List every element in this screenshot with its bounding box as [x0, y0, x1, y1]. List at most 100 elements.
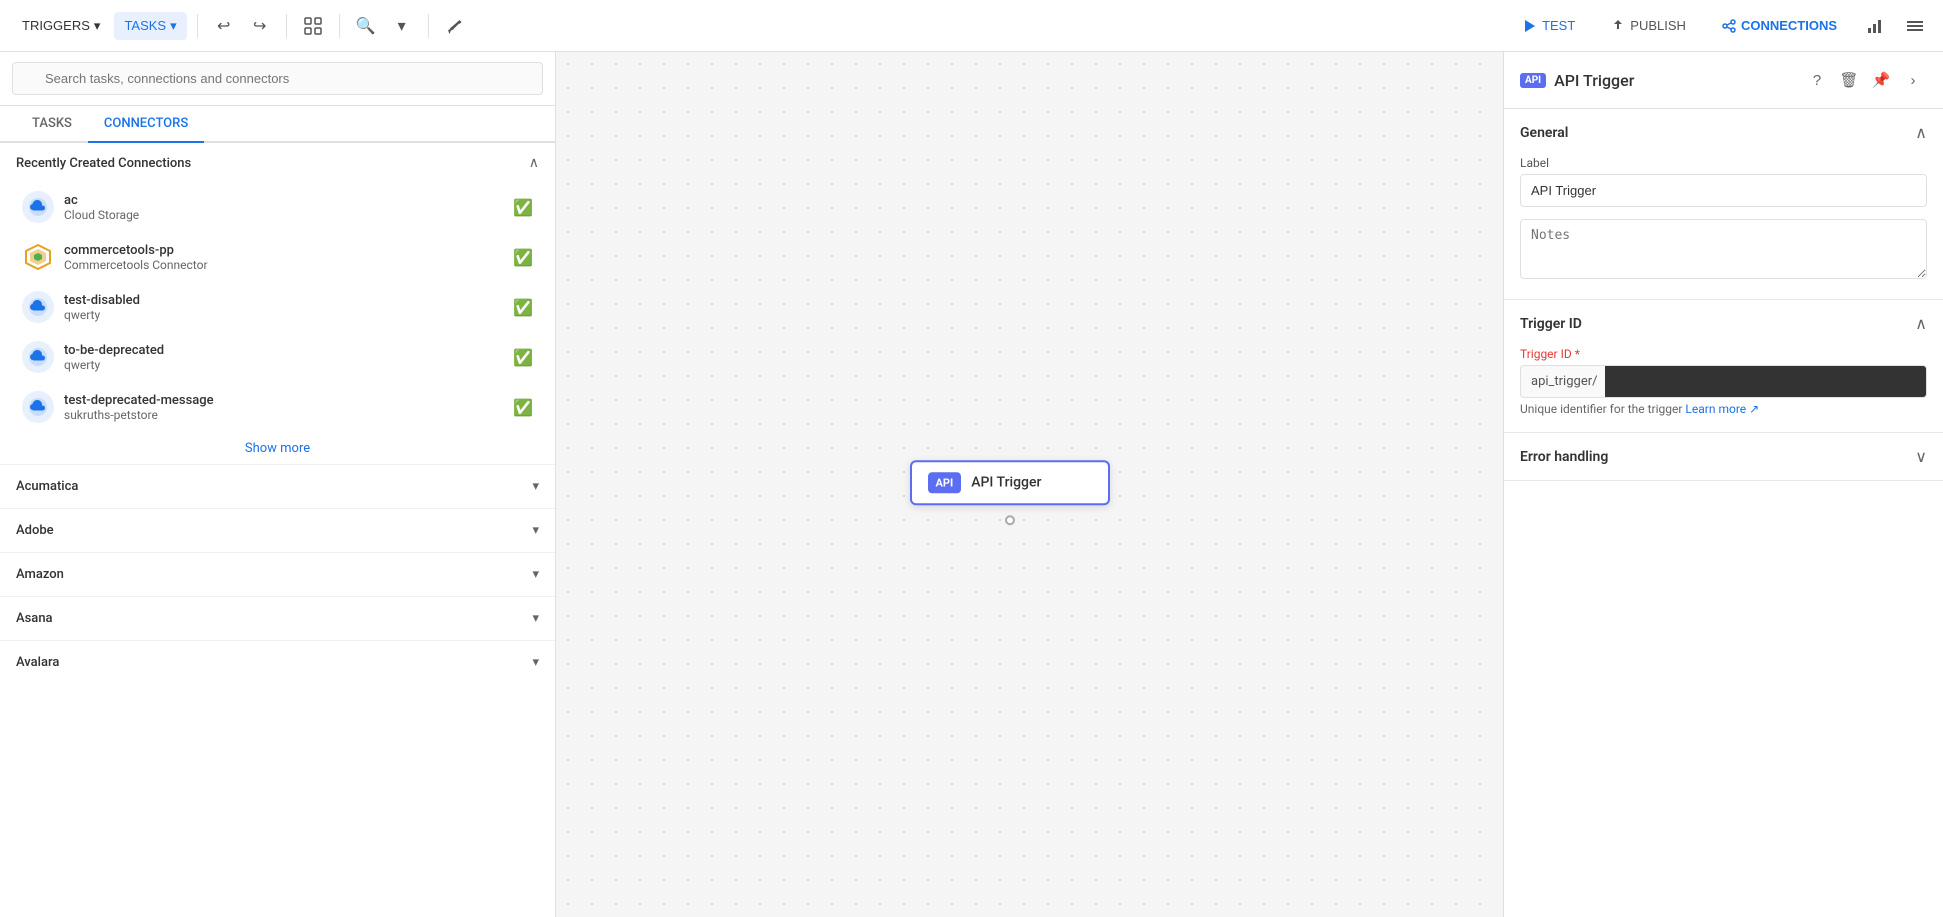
search-wrap: 🔍 [12, 62, 543, 95]
triggers-chevron-icon: ▾ [94, 18, 101, 34]
general-section: General ∧ Label [1504, 109, 1943, 300]
search-input[interactable] [12, 62, 543, 95]
toolbar: TRIGGERS ▾ TASKS ▾ ↩ ↪ 🔍 ▾ [0, 0, 1943, 52]
triggers-label: TRIGGERS [22, 18, 90, 33]
connections-label: CONNECTIONS [1741, 18, 1837, 33]
connection-name: commercetools-pp [64, 243, 503, 258]
connection-icon-ac [22, 191, 54, 223]
trigger-id-body: Trigger ID * api_trigger/ Unique identif… [1504, 347, 1943, 432]
tab-connectors[interactable]: CONNECTORS [88, 106, 204, 143]
notes-field-input[interactable] [1520, 219, 1927, 279]
section-avalara-chevron-icon: ▾ [532, 655, 539, 670]
general-section-body: Label [1504, 156, 1943, 299]
publish-label: PUBLISH [1630, 18, 1686, 33]
triggers-button[interactable]: TRIGGERS ▾ [12, 12, 110, 40]
section-adobe[interactable]: Adobe ▾ [0, 508, 555, 552]
connection-status-icon: ✅ [513, 348, 533, 367]
recently-created-header[interactable]: Recently Created Connections ∧ [0, 143, 555, 183]
section-adobe-chevron-icon: ▾ [532, 523, 539, 538]
help-button[interactable]: ? [1803, 66, 1831, 94]
connection-icon-tbd [22, 341, 54, 373]
toolbar-divider-3 [339, 14, 340, 38]
redo-button[interactable]: ↪ [244, 10, 276, 42]
connection-sub: sukruths-petstore [64, 408, 503, 422]
connection-info: to-be-deprecated qwerty [64, 343, 503, 372]
api-trigger-node[interactable]: API API Trigger [910, 460, 1110, 505]
toolbar-divider-2 [286, 14, 287, 38]
connection-icon-ct [22, 241, 54, 273]
section-adobe-title: Adobe [16, 523, 54, 538]
delete-button[interactable]: 🗑 [1835, 66, 1863, 94]
notes-field [1520, 219, 1927, 283]
error-handling-section-header[interactable]: Error handling ∨ [1504, 433, 1943, 480]
connection-status-icon: ✅ [513, 248, 533, 267]
tab-tasks[interactable]: TASKS [16, 106, 88, 143]
right-panel-header: API API Trigger ? 🗑 📌 › [1504, 52, 1943, 109]
section-acumatica-chevron-icon: ▾ [532, 479, 539, 494]
section-asana[interactable]: Asana ▾ [0, 596, 555, 640]
menu-button[interactable] [1899, 10, 1931, 42]
list-item[interactable]: to-be-deprecated qwerty ✅ [12, 333, 543, 381]
analytics-button[interactable] [1859, 10, 1891, 42]
connection-sub: qwerty [64, 358, 503, 372]
list-item[interactable]: commercetools-pp Commercetools Connector… [12, 233, 543, 281]
list-item[interactable]: test-deprecated-message sukruths-petstor… [12, 383, 543, 431]
trigger-id-required-star: * [1575, 347, 1580, 361]
trigger-id-section-chevron-icon: ∧ [1915, 314, 1927, 333]
connection-info: test-deprecated-message sukruths-petstor… [64, 393, 503, 422]
connection-info: test-disabled qwerty [64, 293, 503, 322]
trigger-id-hint: Unique identifier for the trigger Learn … [1520, 402, 1927, 416]
label-field-label: Label [1520, 156, 1927, 170]
main-layout: 🔍 TASKS CONNECTORS Recently Created Conn… [0, 52, 1943, 917]
recently-created-title: Recently Created Connections [16, 156, 191, 171]
error-handling-section-title: Error handling [1520, 449, 1608, 465]
connection-name: test-deprecated-message [64, 393, 503, 408]
toolbar-right-actions: TEST PUBLISH CONNECTIONS [1509, 10, 1931, 42]
layout-button[interactable] [297, 10, 329, 42]
trigger-id-input[interactable] [1605, 365, 1927, 398]
external-link-icon: ↗ [1749, 402, 1759, 416]
general-section-header[interactable]: General ∧ [1504, 109, 1943, 156]
tasks-button[interactable]: TASKS ▾ [114, 12, 186, 40]
section-amazon-title: Amazon [16, 567, 64, 582]
connection-name: test-disabled [64, 293, 503, 308]
pin-button[interactable]: 📌 [1867, 66, 1895, 94]
connection-info: ac Cloud Storage [64, 193, 503, 222]
list-item[interactable]: test-disabled qwerty ✅ [12, 283, 543, 331]
connections-button[interactable]: CONNECTIONS [1708, 12, 1851, 39]
label-field: Label [1520, 156, 1927, 207]
left-sidebar: 🔍 TASKS CONNECTORS Recently Created Conn… [0, 52, 556, 917]
section-asana-chevron-icon: ▾ [532, 611, 539, 626]
section-avalara[interactable]: Avalara ▾ [0, 640, 555, 684]
publish-button[interactable]: PUBLISH [1597, 12, 1700, 39]
section-amazon-chevron-icon: ▾ [532, 567, 539, 582]
label-field-input[interactable] [1520, 174, 1927, 207]
trigger-id-section-header[interactable]: Trigger ID ∧ [1504, 300, 1943, 347]
show-more-button[interactable]: Show more [0, 433, 555, 464]
api-trigger-node-label: API Trigger [971, 474, 1041, 490]
section-amazon[interactable]: Amazon ▾ [0, 552, 555, 596]
expand-button[interactable]: › [1899, 66, 1927, 94]
section-avalara-title: Avalara [16, 655, 59, 670]
connection-icon-tdm [22, 391, 54, 423]
toolbar-divider-4 [428, 14, 429, 38]
trigger-id-input-wrap: api_trigger/ [1520, 365, 1927, 398]
zoom-button[interactable]: 🔍 [350, 10, 382, 42]
test-button[interactable]: TEST [1509, 12, 1589, 39]
section-acumatica-title: Acumatica [16, 479, 78, 494]
list-item[interactable]: ac Cloud Storage ✅ [12, 183, 543, 231]
general-section-chevron-icon: ∧ [1915, 123, 1927, 142]
zoom-chevron[interactable]: ▾ [386, 10, 418, 42]
learn-more-link[interactable]: Learn more ↗ [1685, 402, 1759, 416]
toolbar-divider-1 [197, 14, 198, 38]
api-trigger-connector-dot [1005, 515, 1015, 525]
section-acumatica[interactable]: Acumatica ▾ [0, 464, 555, 508]
sidebar-tabs: TASKS CONNECTORS [0, 106, 555, 143]
api-trigger-badge: API [928, 472, 962, 493]
connection-sub: Commercetools Connector [64, 258, 503, 272]
right-panel-title: API Trigger [1554, 71, 1795, 90]
section-asana-title: Asana [16, 611, 53, 626]
undo-button[interactable]: ↩ [208, 10, 240, 42]
edit-button[interactable] [439, 10, 471, 42]
connection-name: ac [64, 193, 503, 208]
